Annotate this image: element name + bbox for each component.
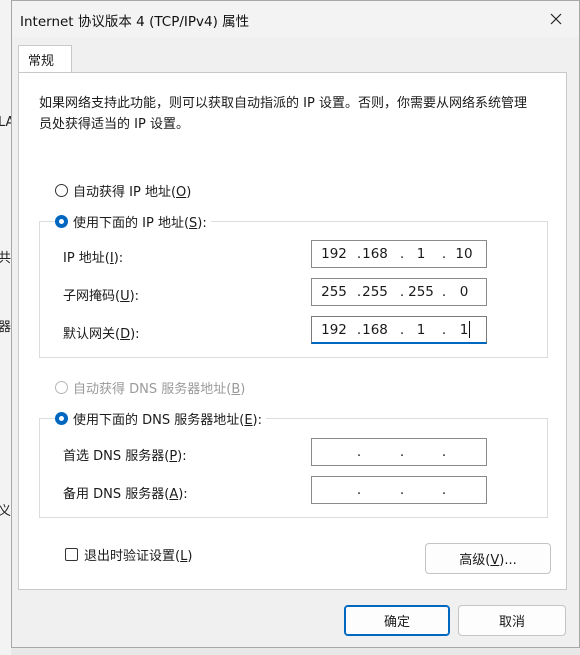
radio-dns-auto-label: 自动获得 DNS 服务器地址(B) bbox=[73, 382, 246, 397]
general-panel: 如果网络支持此功能，则可以获取自动指派的 IP 设置。否则，你需要从网络系统管理… bbox=[18, 72, 567, 590]
alternate-dns-input[interactable]: . . . bbox=[311, 476, 487, 504]
checkbox-box bbox=[65, 548, 78, 561]
radio-dns-manual-label: 使用下面的 DNS 服务器地址(E): bbox=[73, 413, 262, 428]
octet-1: 255 bbox=[321, 284, 347, 300]
bg-text-1: LA bbox=[0, 115, 11, 130]
octet-2: 168 bbox=[362, 246, 388, 262]
bg-text-4: 义 bbox=[0, 504, 11, 519]
preferred-dns-label: 首选 DNS 服务器(P): bbox=[63, 449, 187, 464]
tab-general[interactable]: 常规 bbox=[18, 45, 72, 73]
octet-3: 1 bbox=[416, 322, 426, 338]
octet-3: 255 bbox=[408, 284, 434, 300]
radio-ip-auto-label: 自动获得 IP 地址(O) bbox=[73, 185, 192, 200]
bg-text-3: 器 bbox=[0, 320, 11, 335]
alternate-dns-label: 备用 DNS 服务器(A): bbox=[63, 487, 188, 502]
gateway-input[interactable]: 192 . 168 . 1 . 1 bbox=[311, 316, 487, 344]
advanced-button[interactable]: 高级(V)... bbox=[425, 543, 551, 574]
octet-2: 168 bbox=[362, 322, 388, 338]
tab-general-label: 常规 bbox=[28, 54, 55, 69]
octet-4: 1 bbox=[459, 322, 469, 338]
dot: . bbox=[356, 482, 362, 498]
radio-ip-manual[interactable]: 使用下面的 IP 地址(S): bbox=[55, 212, 211, 231]
octet-4: 0 bbox=[459, 284, 469, 300]
title-bar: Internet 协议版本 4 (TCP/IPv4) 属性 bbox=[12, 1, 579, 37]
text-caret bbox=[469, 321, 470, 338]
subnet-mask-label: 子网掩码(U): bbox=[63, 289, 140, 304]
ok-button[interactable]: 确定 bbox=[344, 605, 450, 636]
radio-circle-disabled bbox=[55, 381, 68, 394]
gateway-label: 默认网关(D): bbox=[63, 327, 140, 342]
ip-address-label: IP 地址(I): bbox=[63, 251, 124, 266]
radio-circle bbox=[55, 184, 68, 197]
subnet-mask-input[interactable]: 255 . 255 . 255 . 0 bbox=[311, 278, 487, 306]
ok-label: 确定 bbox=[383, 615, 410, 630]
radio-dns-auto[interactable]: 自动获得 DNS 服务器地址(B) bbox=[55, 378, 245, 397]
radio-circle-selected bbox=[55, 215, 68, 228]
octet-2: 255 bbox=[362, 284, 388, 300]
dot: . bbox=[399, 444, 405, 460]
cancel-button[interactable]: 取消 bbox=[458, 605, 566, 636]
description-text: 如果网络支持此功能，则可以获取自动指派的 IP 设置。否则，你需要从网络系统管理… bbox=[39, 96, 527, 132]
dot: . bbox=[356, 444, 362, 460]
ip-address-input[interactable]: 192 . 168 . 1 . 10 bbox=[311, 240, 487, 268]
octet-1: 192 bbox=[321, 322, 347, 338]
close-button[interactable] bbox=[533, 1, 579, 37]
preferred-dns-input[interactable]: . . . bbox=[311, 438, 487, 466]
radio-dns-manual[interactable]: 使用下面的 DNS 服务器地址(E): bbox=[55, 409, 266, 428]
advanced-label: 高级(V)... bbox=[459, 553, 517, 568]
cancel-label: 取消 bbox=[498, 615, 525, 630]
background-window: LA 共 器 义 bbox=[0, 0, 11, 655]
octet-4: 10 bbox=[455, 246, 473, 262]
dot: . bbox=[399, 482, 405, 498]
octet-3: 1 bbox=[416, 246, 426, 262]
validate-label: 退出时验证设置(L) bbox=[84, 549, 193, 564]
tcpip-properties-dialog: Internet 协议版本 4 (TCP/IPv4) 属性 常规 如果网络支持此… bbox=[11, 0, 580, 648]
bg-text-2: 共 bbox=[0, 251, 11, 266]
radio-ip-auto[interactable]: 自动获得 IP 地址(O) bbox=[55, 181, 191, 200]
close-icon bbox=[550, 13, 562, 25]
radio-circle-selected bbox=[55, 412, 68, 425]
radio-ip-manual-label: 使用下面的 IP 地址(S): bbox=[73, 216, 207, 231]
validate-checkbox[interactable]: 退出时验证设置(L) bbox=[65, 545, 192, 564]
dialog-title: Internet 协议版本 4 (TCP/IPv4) 属性 bbox=[20, 14, 250, 30]
octet-1: 192 bbox=[321, 246, 347, 262]
dot: . bbox=[441, 444, 447, 460]
dot: . bbox=[441, 482, 447, 498]
